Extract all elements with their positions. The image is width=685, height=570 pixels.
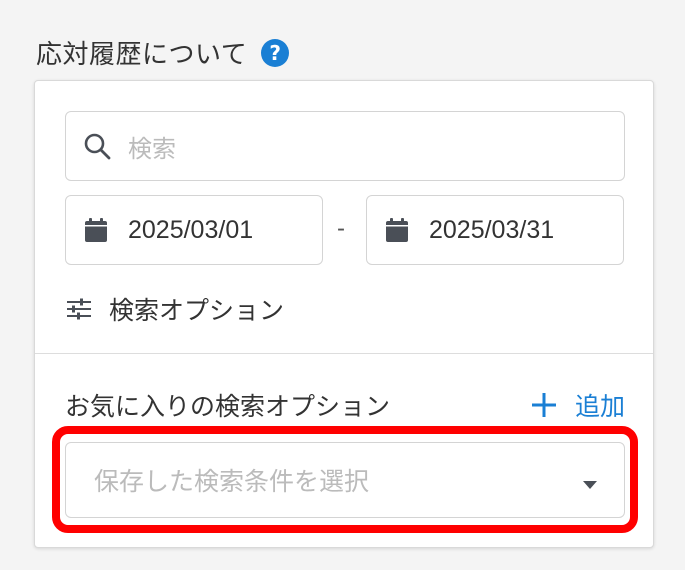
add-favorite-label: 追加	[574, 392, 625, 421]
end-date-value: 2025/03/31	[429, 215, 555, 244]
divider	[35, 353, 653, 354]
search-icon	[82, 131, 112, 161]
saved-search-placeholder: 保存した検索条件を選択	[94, 467, 370, 496]
start-date-field[interactable]: 2025/03/01	[65, 195, 323, 265]
caret-down-icon	[582, 475, 598, 489]
calendar-icon	[385, 217, 409, 243]
start-date-value: 2025/03/01	[128, 215, 254, 244]
calendar-icon	[84, 217, 108, 243]
search-input[interactable]: 検索	[65, 111, 625, 181]
sliders-icon	[65, 297, 93, 321]
add-favorite-button[interactable]: 追加	[531, 387, 625, 423]
search-panel: 検索 2025/03/01 - 2025/03/31 検索オプション お気に入り…	[34, 80, 654, 548]
saved-search-select[interactable]: 保存した検索条件を選択	[65, 442, 625, 518]
section-header: 応対履歴について ?	[36, 34, 290, 71]
page-title: 応対履歴について	[36, 40, 248, 70]
help-icon[interactable]: ?	[261, 38, 290, 67]
date-range-separator: -	[337, 215, 345, 242]
search-options-label: 検索オプション	[109, 296, 285, 325]
plus-icon	[531, 392, 557, 418]
search-placeholder: 検索	[128, 134, 176, 163]
end-date-field[interactable]: 2025/03/31	[366, 195, 624, 265]
favorite-search-options-label: お気に入りの検索オプション	[65, 392, 391, 421]
search-options-toggle[interactable]: 検索オプション	[65, 291, 284, 327]
